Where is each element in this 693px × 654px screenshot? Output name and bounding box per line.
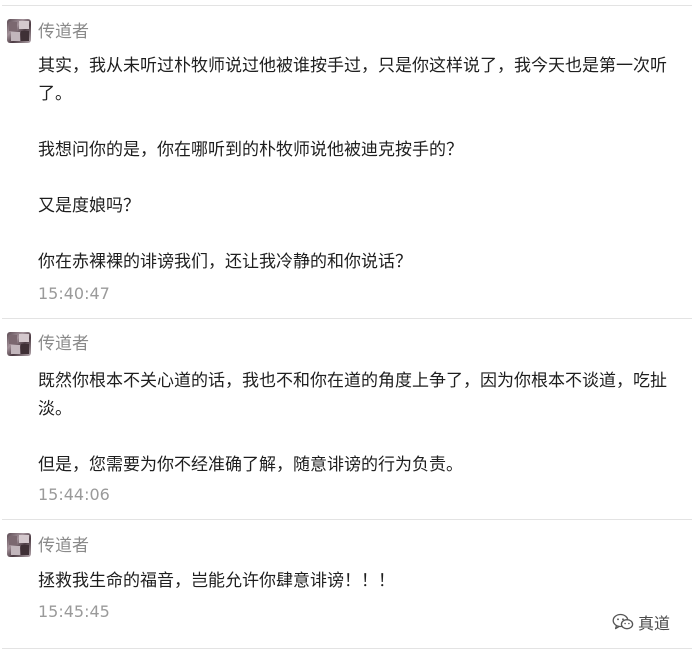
divider [2,519,692,520]
message-paragraph: 其实，我从未听过朴牧师说过他被谁按手过，只是你这样说了，我今天也是第一次听了。 [38,56,667,104]
message-timestamp: 15:44:06 [38,485,110,504]
author-name[interactable]: 传道者 [38,535,89,557]
author-name[interactable]: 传道者 [38,21,89,43]
divider [2,318,692,319]
message-paragraph: 你在赤裸裸的诽谤我们，还让我冷静的和你说话？ [38,252,412,272]
avatar[interactable] [7,19,31,43]
divider [2,648,692,649]
message-body: 既然你根本不关心道的话，我也不和你在道的角度上争了，因为你根本不谈道，吃扯淡。 … [38,367,686,479]
message-timestamp: 15:40:47 [38,284,110,303]
message-timestamp: 15:45:45 [38,602,110,621]
divider [2,5,692,6]
message-paragraph: 拯救我生命的福音，岂能允许你肆意诽谤！！！ [38,571,395,591]
message-paragraph: 又是度娘吗？ [38,196,140,216]
message-paragraph: 我想问你的是，你在哪听到的朴牧师说他被迪克按手的？ [38,140,463,160]
wechat-icon [612,613,634,631]
watermark: 真道 [612,611,670,633]
author-name[interactable]: 传道者 [38,333,89,355]
message-body: 其实，我从未听过朴牧师说过他被谁按手过，只是你这样说了，我今天也是第一次听了。 … [38,52,686,276]
avatar[interactable] [7,332,31,356]
message-paragraph: 但是，您需要为你不经准确了解，随意诽谤的行为负责。 [38,455,463,475]
avatar[interactable] [7,533,31,557]
message-paragraph: 既然你根本不关心道的话，我也不和你在道的角度上争了，因为你根本不谈道，吃扯淡。 [38,371,667,419]
message-body: 拯救我生命的福音，岂能允许你肆意诽谤！！！ [38,567,686,595]
watermark-text: 真道 [638,614,671,633]
